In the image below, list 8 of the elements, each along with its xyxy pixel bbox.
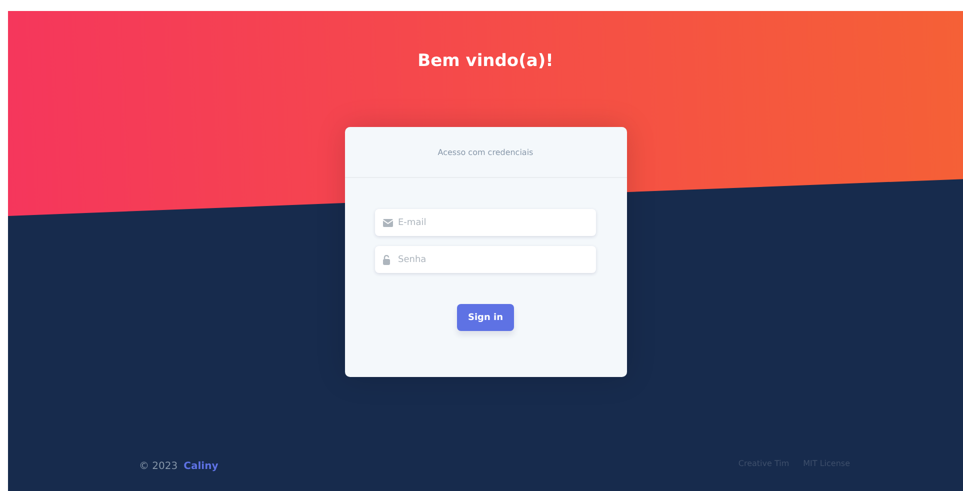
copyright-text: © 2023 [139,461,178,472]
password-field[interactable]: Senha [375,246,596,273]
welcome-title: Bem vindo(a)! [418,51,554,71]
brand-link[interactable]: Caliny [184,461,218,472]
padlock-icon [383,254,390,264]
card-heading: Acesso com credenciais [438,148,534,156]
email-field[interactable]: E-mail [375,209,596,236]
sign-in-button[interactable]: Sign in [457,304,514,331]
